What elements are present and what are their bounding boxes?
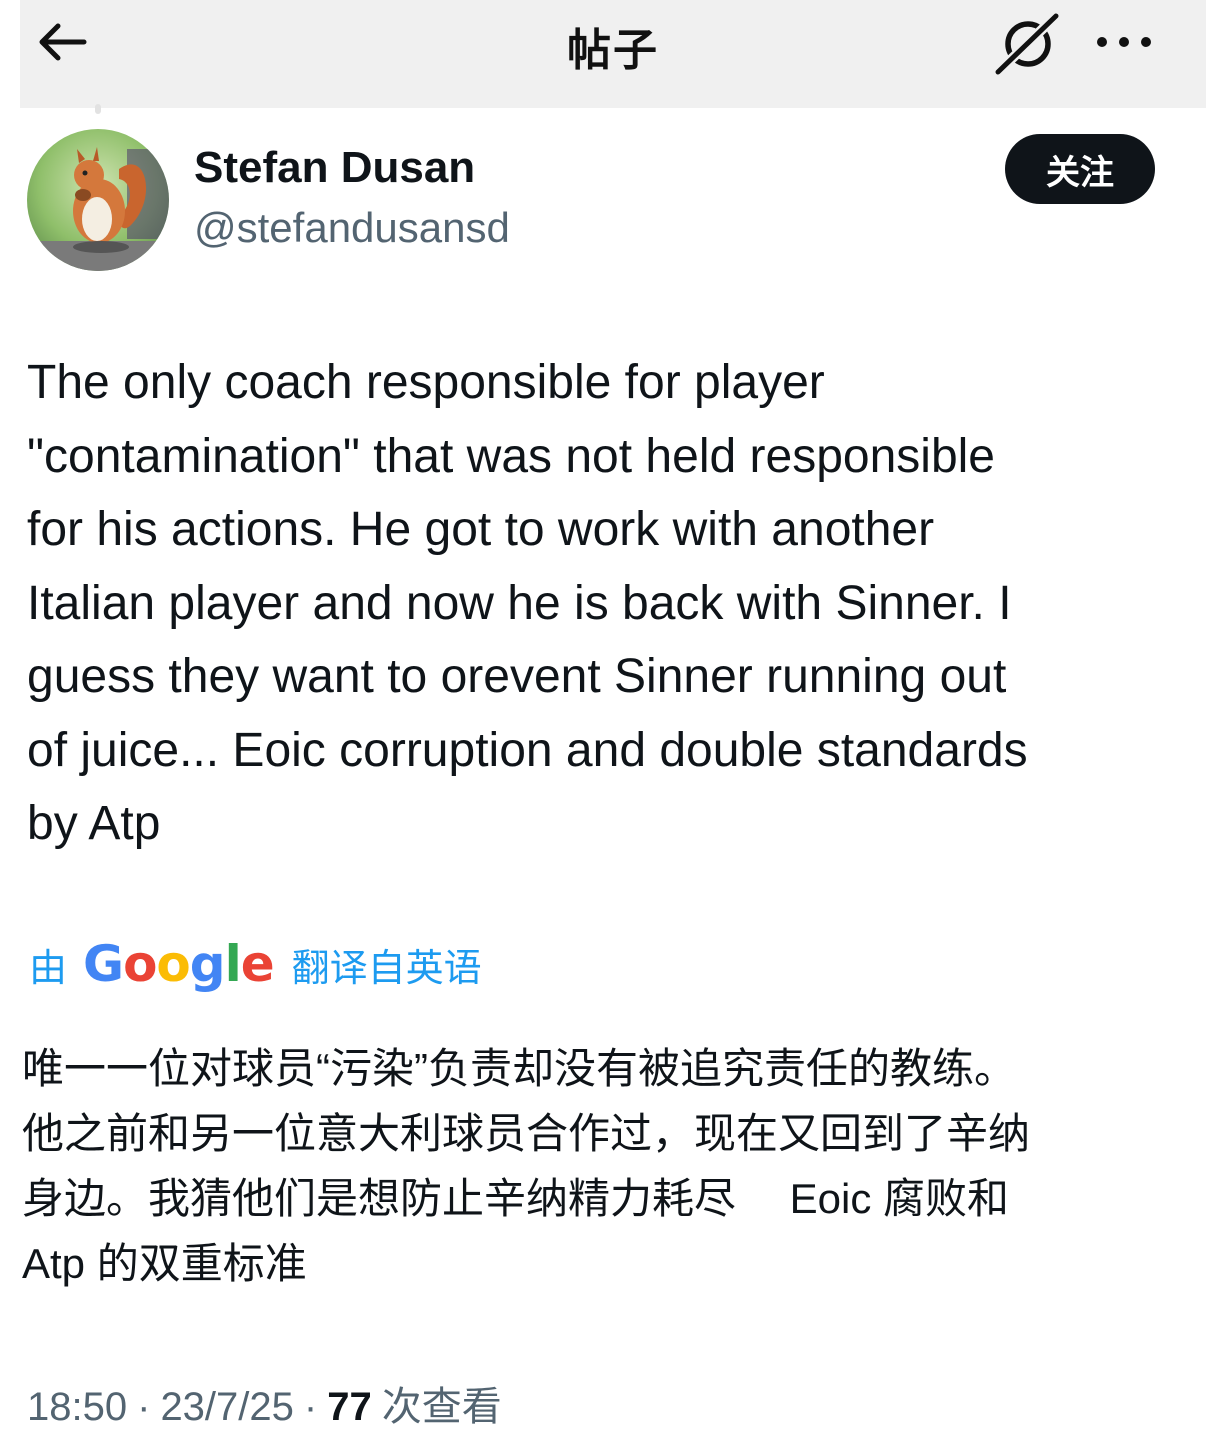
author-display-name[interactable]: Stefan Dusan <box>194 143 475 193</box>
views-label: 次查看 <box>381 1385 502 1429</box>
post-text-line: guess they want to orevent Sinner runnin… <box>27 650 1007 703</box>
post-text-line: of juice... Eoic corruption and double s… <box>27 723 1028 777</box>
meta-separator: · <box>137 1385 151 1429</box>
translation-attribution[interactable]: 由 Google 翻译自英语 <box>29 932 482 996</box>
post-date[interactable]: 23/7/25 <box>160 1385 293 1429</box>
more-horizontal-icon <box>1097 37 1151 47</box>
post-text-line: "contamination" that was not held respon… <box>27 429 995 483</box>
more-button[interactable] <box>1092 22 1156 62</box>
thread-connector <box>95 104 101 114</box>
post-text-line: Italian player and now he is back with S… <box>27 576 1012 630</box>
top-nav-bar: 帖子 <box>20 0 1206 108</box>
post-meta: 18:50 · 23/7/25 · 77 次查看 <box>27 1374 502 1432</box>
grok-icon <box>993 11 1061 77</box>
author-handle[interactable]: @stefandusansd <box>194 204 510 252</box>
translate-source-label: 翻译自英语 <box>291 947 482 990</box>
post-text-line: by Atp <box>27 797 161 850</box>
views-count: 77 <box>327 1385 372 1429</box>
squirrel-painting-avatar <box>27 129 169 271</box>
follow-button[interactable]: 关注 <box>1005 134 1155 204</box>
meta-separator: · <box>303 1385 318 1429</box>
google-logo: Google <box>83 935 275 993</box>
post-text-line: The only coach responsible for player <box>27 356 825 409</box>
translated-text-line: 唯一一位对球员“污染”负责却没有被追究责任的教练。 <box>22 1045 1016 1092</box>
translated-text-line: 他之前和另一位意大利球员合作过，现在又回到了辛纳 <box>22 1110 1031 1157</box>
post-time[interactable]: 18:50 <box>27 1385 127 1429</box>
translate-by-label: 由 <box>29 947 68 990</box>
translated-text-line: Atp 的双重标准 <box>22 1240 307 1287</box>
grok-button[interactable] <box>992 10 1064 77</box>
post-text-line: for his actions. He got to work with ano… <box>27 503 935 556</box>
translated-text: 唯一一位对球员“污染”负责却没有被追究责任的教练。 他之前和另一位意大利球员合作… <box>22 1036 1192 1296</box>
translated-text-line: 身边。我猜他们是想防止辛纳精力耗尽 Eoic 腐败和 <box>22 1175 1010 1222</box>
avatar[interactable] <box>27 129 169 271</box>
post-text: The only coach responsible for player "c… <box>27 346 1187 861</box>
